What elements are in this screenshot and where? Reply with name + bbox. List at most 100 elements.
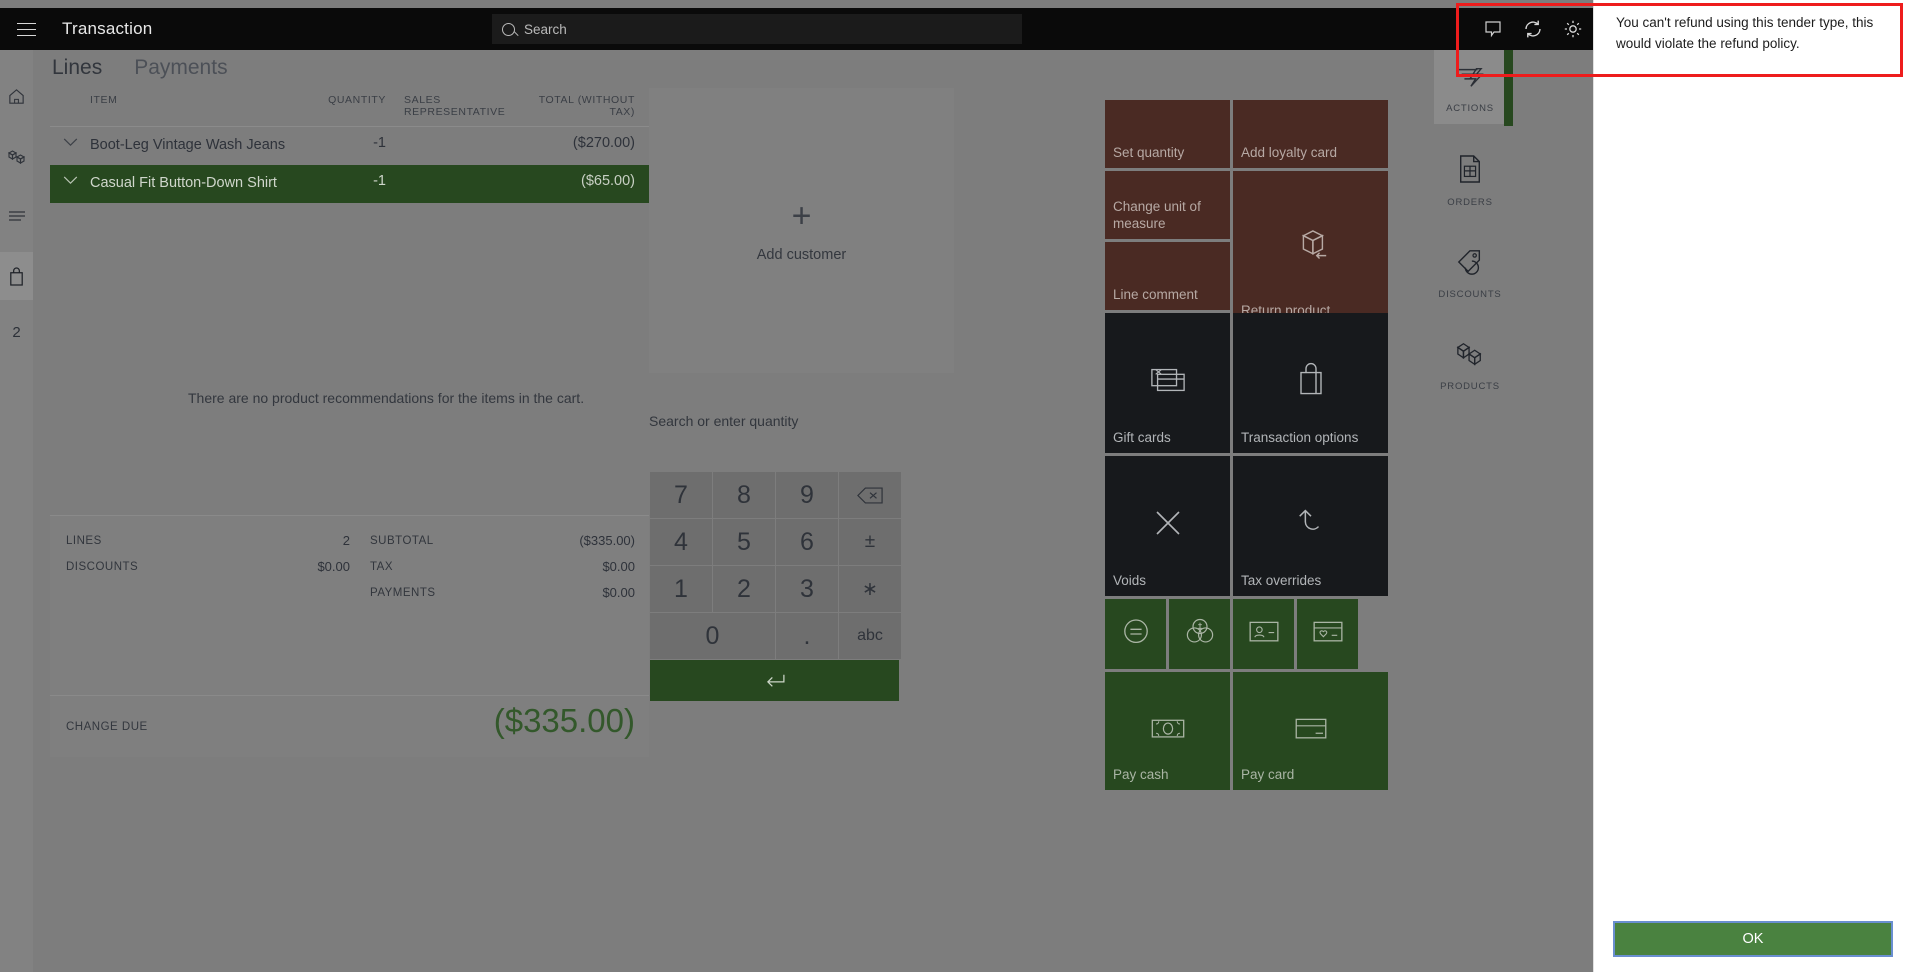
tile-pay-card[interactable]: Pay card (1233, 672, 1388, 790)
page-title: Transaction (62, 19, 153, 38)
tile-tender-equals[interactable] (1105, 599, 1166, 669)
tile-label: Gift cards (1113, 430, 1171, 445)
tile-label: Line comment (1113, 287, 1198, 302)
table-row[interactable]: Casual Fit Button-Down Shirt -1 ($65.00) (50, 165, 649, 203)
top-app-bar: Transaction Search (0, 8, 1593, 50)
nav-label: PRODUCTS (1440, 381, 1500, 392)
refresh-icon[interactable] (1513, 8, 1553, 50)
comment-icon[interactable] (1473, 8, 1513, 50)
tab-lines[interactable]: Lines (50, 50, 104, 86)
header-item: ITEM (90, 94, 118, 106)
key-abc[interactable]: abc (839, 613, 901, 659)
sidebar-item-home[interactable] (0, 72, 33, 120)
quantity-search-input[interactable]: Search or enter quantity (649, 413, 899, 429)
sidebar-item-inventory[interactable] (0, 132, 33, 180)
enter-arrow-icon[interactable] (650, 660, 899, 701)
global-search-input[interactable]: Search (492, 14, 1022, 44)
tile-set-quantity[interactable]: Set quantity (1105, 100, 1230, 168)
return-box-icon (1233, 226, 1388, 264)
tile-pay-cash[interactable]: Pay cash (1105, 672, 1230, 790)
key-2[interactable]: 2 (713, 566, 775, 612)
key-plus-minus[interactable]: ± (839, 519, 901, 565)
gift-card-icon (1105, 365, 1230, 395)
pos-dimmed-layer: Transaction Search 2 Lines Payments ITEM… (0, 0, 1593, 972)
plus-icon: + (791, 196, 812, 235)
undo-arrow-icon (1233, 507, 1388, 539)
key-6[interactable]: 6 (776, 519, 838, 565)
tile-transaction-options[interactable]: Transaction options (1233, 313, 1388, 453)
key-7[interactable]: 7 (650, 472, 712, 518)
line-item-total: ($270.00) (572, 135, 635, 151)
key-5[interactable]: 5 (713, 519, 775, 565)
nav-item-orders[interactable]: ORDERS (1434, 140, 1506, 218)
lines-table-header: ITEM QUANTITY SALES REPRESENTATIVE TOTAL… (50, 88, 649, 127)
tile-label: Add loyalty card (1241, 145, 1338, 160)
hamburger-menu-icon[interactable] (6, 8, 46, 50)
totals-subtotal-value: ($335.00) (579, 533, 635, 548)
tile-return-product[interactable]: Return product (1233, 171, 1388, 326)
nav-item-actions[interactable]: ACTIONS (1434, 50, 1506, 124)
tile-gift-cards[interactable]: Gift cards (1105, 313, 1230, 453)
key-decimal[interactable]: . (776, 613, 838, 659)
chevron-down-icon[interactable] (50, 135, 90, 147)
totals-tax-value: $0.00 (602, 559, 635, 574)
line-item-quantity: -1 (373, 173, 386, 189)
discount-tag-icon (1455, 248, 1485, 281)
recommendations-message: There are no product recommendations for… (188, 390, 585, 406)
key-1[interactable]: 1 (650, 566, 712, 612)
tile-change-unit-of-measure[interactable]: Change unit of measure (1105, 171, 1230, 239)
tile-add-loyalty-card[interactable]: Add loyalty card (1233, 100, 1388, 168)
key-0[interactable]: 0 (650, 613, 775, 659)
change-due-value: ($335.00) (493, 702, 635, 739)
key-asterisk[interactable]: ∗ (839, 566, 901, 612)
key-8[interactable]: 8 (713, 472, 775, 518)
actions-active-indicator (1504, 50, 1513, 126)
table-row[interactable]: Boot-Leg Vintage Wash Jeans -1 ($270.00) (50, 127, 649, 165)
line-item-name: Casual Fit Button-Down Shirt (90, 175, 277, 191)
change-due-row: CHANGE DUE ($335.00) (50, 695, 649, 757)
add-customer-panel[interactable]: + Add customer (649, 88, 954, 373)
nav-label: ORDERS (1447, 197, 1493, 208)
key-9[interactable]: 9 (776, 472, 838, 518)
tile-label (1297, 662, 1358, 669)
credit-card-icon (1233, 717, 1388, 741)
settings-gear-icon[interactable] (1553, 8, 1593, 50)
tile-voids[interactable]: Voids (1105, 456, 1230, 596)
totals-discounts-label: DISCOUNTS (66, 561, 139, 573)
nav-label: ACTIONS (1446, 103, 1494, 114)
totals-payments-label: PAYMENTS (370, 587, 436, 599)
totals-discounts-value: $0.00 (317, 559, 350, 574)
chevron-down-icon[interactable] (50, 173, 90, 185)
tile-label (1233, 662, 1294, 669)
nav-item-products[interactable]: PRODUCTS (1434, 326, 1506, 402)
tab-payments[interactable]: Payments (132, 50, 229, 86)
nav-label: DISCOUNTS (1438, 289, 1502, 300)
header-total: TOTAL (WITHOUT TAX) (538, 94, 635, 118)
search-icon (502, 22, 515, 36)
sidebar-item-list[interactable] (0, 192, 33, 240)
products-boxes-icon (1454, 340, 1486, 373)
tile-label: Pay card (1241, 767, 1295, 782)
tile-tender-id-card[interactable] (1233, 599, 1294, 669)
totals-lines-value: 2 (342, 533, 350, 548)
ok-button[interactable]: OK (1613, 921, 1893, 957)
right-navigation-rail: ACTIONS ORDERS DISCOUNTS PRODUCTS (1434, 50, 1506, 972)
tile-label: Transaction options (1241, 430, 1359, 445)
cart-item-count: 2 (0, 308, 33, 356)
tile-tender-gift-card[interactable] (1297, 599, 1358, 669)
nav-item-discounts[interactable]: DISCOUNTS (1434, 234, 1506, 310)
tile-tender-currency[interactable] (1169, 599, 1230, 669)
x-close-icon (1105, 508, 1230, 538)
key-4[interactable]: 4 (650, 519, 712, 565)
tile-label: Voids (1113, 573, 1147, 588)
tile-line-comment[interactable]: Line comment (1105, 242, 1230, 310)
sidebar-item-cart[interactable] (0, 252, 33, 300)
backspace-icon[interactable] (839, 472, 901, 518)
transaction-tabs: Lines Payments (50, 50, 230, 86)
transaction-content: Lines Payments ITEM QUANTITY SALES REPRE… (33, 50, 1593, 972)
numeric-keypad: 7 8 9 4 5 6 ± 1 2 3 ∗ 0 . abc (650, 472, 901, 701)
tile-label: Change unit of measure (1113, 199, 1201, 231)
shopping-bag-icon (1233, 362, 1388, 397)
key-3[interactable]: 3 (776, 566, 838, 612)
tile-tax-overrides[interactable]: Tax overrides (1233, 456, 1388, 596)
